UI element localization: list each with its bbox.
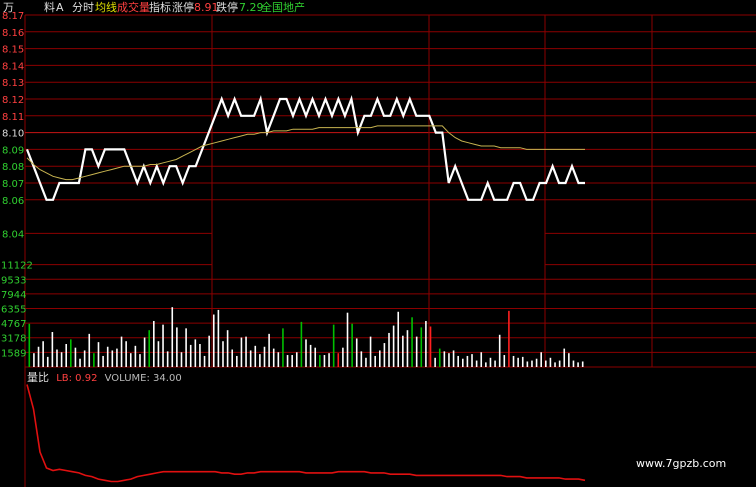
- price-tick-label: 8.13: [2, 78, 24, 89]
- indicator-name[interactable]: 量比: [27, 371, 49, 384]
- watermark: www.7gpzb.com: [636, 457, 727, 470]
- tab-chengjiaoliang[interactable]: 成交量: [117, 1, 150, 15]
- y-axis-labels: 8.178.168.158.148.138.128.118.108.098.08…: [1, 11, 33, 359]
- menu-a[interactable]: A: [56, 1, 64, 15]
- price-tick-label: 8.07: [2, 179, 24, 190]
- chart-canvas: 8.178.168.158.148.138.128.118.108.098.08…: [1, 11, 756, 487]
- volume-tick-label: 11122: [1, 261, 33, 272]
- price-tick-label: 8.04: [2, 229, 24, 240]
- grid-lines: [24, 14, 756, 487]
- limit-down-label: 跌停: [216, 1, 238, 14]
- tab-junxian[interactable]: 均线: [95, 1, 117, 15]
- lb-value: LB: 0.92: [56, 373, 98, 384]
- stock-name: 全国地产: [261, 1, 305, 14]
- price-tick-label: 8.14: [2, 61, 24, 72]
- indicator-header: 量比 LB: 0.92 VOLUME: 34.00: [27, 369, 186, 384]
- price-tick-label: 8.16: [2, 28, 24, 39]
- menu-wan[interactable]: 万: [3, 1, 14, 15]
- price-tick-label: 8.11: [2, 112, 24, 123]
- average-price-line: [26, 125, 585, 181]
- menu-liao[interactable]: 料: [44, 1, 55, 15]
- volume-tick-label: 7944: [1, 290, 26, 301]
- volume-tick-label: 1589: [1, 348, 26, 359]
- limit-up-value: 8.91: [194, 1, 219, 14]
- volume-tick-label: 6355: [1, 305, 26, 316]
- volume-tick-label: 4767: [1, 319, 26, 330]
- price-tick-label: 8.08: [2, 162, 24, 173]
- limit-down-value: 7.29: [239, 1, 264, 14]
- volume-tick-label: 9533: [1, 275, 26, 286]
- price-tick-label: 8.09: [2, 145, 24, 156]
- volume-ratio-series: [26, 384, 586, 483]
- price-tick-label: 8.12: [2, 95, 24, 106]
- volume-tick-label: 3178: [1, 334, 26, 345]
- volume-ratio-line: [26, 384, 586, 483]
- limit-up-label: 涨停: [172, 1, 194, 14]
- price-tick-label: 8.15: [2, 45, 24, 56]
- top-toolbar: 万 料 A 分时 均线 成交量 指标 涨停 8.91 跌停 7.29 全国地产: [0, 1, 756, 15]
- price-tick-label: 8.10: [2, 129, 24, 140]
- tab-fenshi[interactable]: 分时: [72, 1, 94, 15]
- tab-zhibiao[interactable]: 指标: [149, 1, 171, 15]
- tab-chengjiaoliang-label: 成交量: [117, 1, 150, 14]
- price-tick-label: 8.06: [2, 196, 24, 207]
- volume-value: VOLUME: 34.00: [104, 373, 182, 384]
- volume-bars: [28, 307, 584, 367]
